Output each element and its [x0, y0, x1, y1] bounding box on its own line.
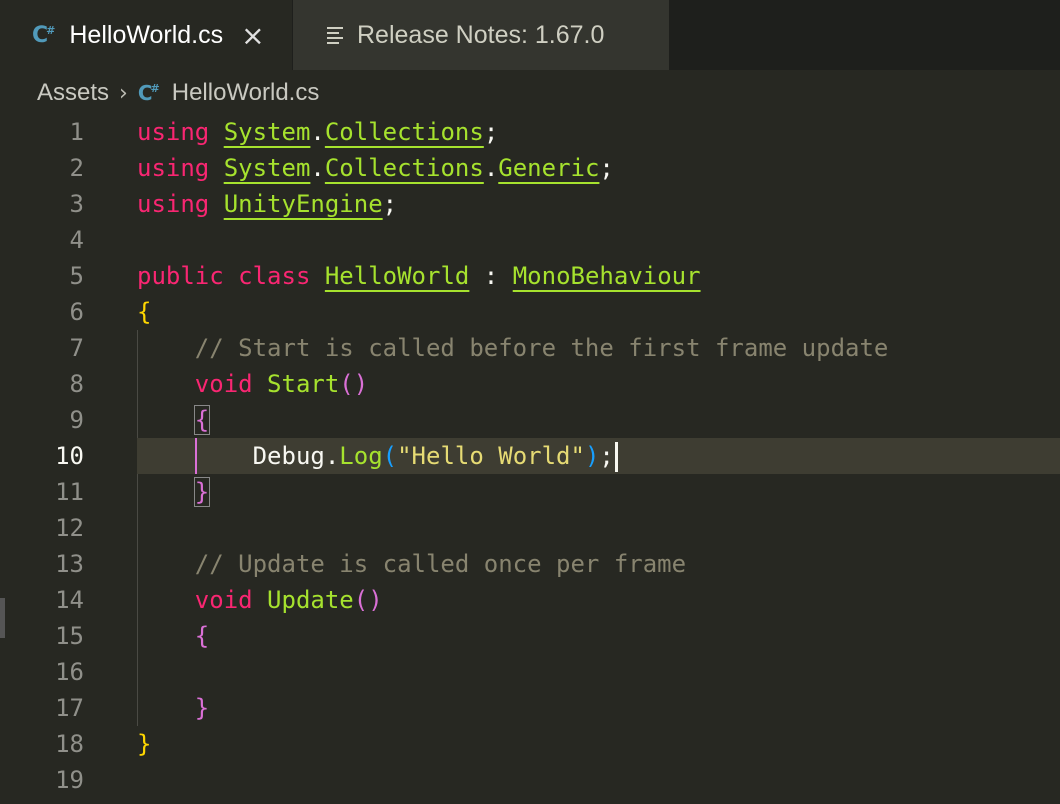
line-content[interactable]: } [137, 726, 1060, 762]
keyword-token: using [137, 154, 210, 182]
code-line[interactable]: 12 [0, 510, 1060, 546]
code-line[interactable]: 2 using System.Collections.Generic; [0, 150, 1060, 186]
code-line-current[interactable]: 10 Debug.Log("Hello World"); [0, 438, 1060, 474]
csharp-file-icon: C# [32, 22, 56, 48]
line-content[interactable]: Debug.Log("Hello World"); [137, 438, 1060, 474]
code-line[interactable]: 11 } [0, 474, 1060, 510]
code-line[interactable]: 4 [0, 222, 1060, 258]
code-line[interactable]: 18 } [0, 726, 1060, 762]
breadcrumb-file[interactable]: HelloWorld.cs [172, 79, 320, 107]
line-content[interactable] [137, 510, 1060, 546]
line-number: 7 [69, 334, 84, 362]
line-content[interactable]: using System.Collections; [137, 114, 1060, 150]
line-number: 11 [55, 478, 84, 506]
line-content[interactable]: using UnityEngine; [137, 186, 1060, 222]
keyword-token: void [194, 586, 253, 614]
line-number: 16 [55, 658, 84, 686]
indent-guide-active [195, 438, 197, 474]
code-line[interactable]: 5 public class HelloWorld : MonoBehaviou… [0, 258, 1060, 294]
code-line[interactable]: 9 { [0, 402, 1060, 438]
tab-label: HelloWorld.cs [69, 20, 224, 49]
breadcrumb: Assets › C# HelloWorld.cs [37, 75, 319, 111]
line-number: 1 [69, 118, 84, 146]
line-number: 18 [55, 730, 84, 758]
identifier-token: Debug [252, 442, 325, 470]
line-number: 10 [55, 442, 84, 470]
line-number: 2 [69, 154, 84, 182]
scroll-indicator[interactable] [0, 598, 5, 638]
code-line[interactable]: 6 { [0, 294, 1060, 330]
type-token: System [223, 154, 311, 182]
line-number: 12 [55, 514, 84, 542]
type-token: UnityEngine [223, 190, 383, 218]
type-token: Collections [324, 154, 484, 182]
function-token: Log [339, 442, 383, 470]
string-token: "Hello World" [397, 442, 585, 470]
breadcrumb-folder[interactable]: Assets [37, 79, 109, 107]
code-line[interactable]: 14 void Update() [0, 582, 1060, 618]
line-number: 13 [55, 550, 84, 578]
csharp-file-icon: C# [137, 81, 160, 105]
type-token: System [223, 118, 311, 146]
line-content[interactable]: void Update() [137, 582, 1060, 618]
close-icon[interactable]: × [241, 19, 264, 52]
code-line[interactable]: 19 [0, 762, 1060, 798]
line-number: 14 [55, 586, 84, 614]
code-line[interactable]: 17 } [0, 690, 1060, 726]
line-content[interactable]: public class HelloWorld : MonoBehaviour [137, 258, 1060, 294]
line-content[interactable]: } [137, 690, 1060, 726]
keyword-token: class [238, 262, 311, 290]
line-content[interactable]: { [137, 402, 1060, 438]
chevron-right-icon: › [119, 80, 128, 106]
line-content[interactable]: { [137, 618, 1060, 654]
function-token: Update [267, 586, 354, 614]
tab-label: Release Notes: 1.67.0 [357, 20, 605, 49]
keyword-token: using [137, 190, 210, 218]
code-line[interactable]: 16 [0, 654, 1060, 690]
code-line[interactable]: 1 using System.Collections; [0, 114, 1060, 150]
line-content[interactable] [137, 222, 1060, 258]
text-cursor [614, 442, 618, 472]
tab-bar: C# HelloWorld.cs × Release Notes: 1.67.0 [0, 0, 1060, 70]
line-number: 17 [55, 694, 84, 722]
keyword-token: void [194, 370, 253, 398]
type-token: Generic [498, 154, 600, 182]
comment-token: // Update is called once per frame [194, 550, 687, 578]
comment-token: // Start is called before the first fram… [194, 334, 889, 362]
line-number: 6 [69, 298, 84, 326]
line-content[interactable]: { [137, 294, 1060, 330]
line-number: 3 [69, 190, 84, 218]
function-token: Start [267, 370, 340, 398]
line-content[interactable]: } [137, 474, 1060, 510]
code-line[interactable]: 3 using UnityEngine; [0, 186, 1060, 222]
line-number: 19 [55, 766, 84, 794]
code-editor[interactable]: 1 using System.Collections; 2 using Syst… [0, 114, 1060, 804]
line-content[interactable]: // Start is called before the first fram… [137, 330, 1060, 366]
line-number: 5 [69, 262, 84, 290]
type-token: Collections [324, 118, 484, 146]
tab-release-notes[interactable]: Release Notes: 1.67.0 [292, 0, 669, 70]
line-number: 4 [69, 226, 84, 254]
tab-helloworld-cs[interactable]: C# HelloWorld.cs × [0, 0, 292, 70]
keyword-token: public [137, 262, 224, 290]
type-token: HelloWorld [324, 262, 470, 290]
line-content[interactable]: void Start() [137, 366, 1060, 402]
code-line[interactable]: 13 // Update is called once per frame [0, 546, 1060, 582]
matched-bracket: } [193, 477, 211, 507]
keyword-token: using [137, 118, 210, 146]
type-token: MonoBehaviour [512, 262, 701, 290]
line-content[interactable]: using System.Collections.Generic; [137, 150, 1060, 186]
line-number: 9 [69, 406, 84, 434]
line-content[interactable] [137, 654, 1060, 690]
line-number: 8 [69, 370, 84, 398]
code-line[interactable]: 8 void Start() [0, 366, 1060, 402]
line-content[interactable] [137, 762, 1060, 798]
code-line[interactable]: 15 { [0, 618, 1060, 654]
line-number: 15 [55, 622, 84, 650]
line-content[interactable]: // Update is called once per frame [137, 546, 1060, 582]
code-line[interactable]: 7 // Start is called before the first fr… [0, 330, 1060, 366]
matched-bracket: { [193, 405, 211, 435]
release-notes-icon [327, 26, 343, 44]
